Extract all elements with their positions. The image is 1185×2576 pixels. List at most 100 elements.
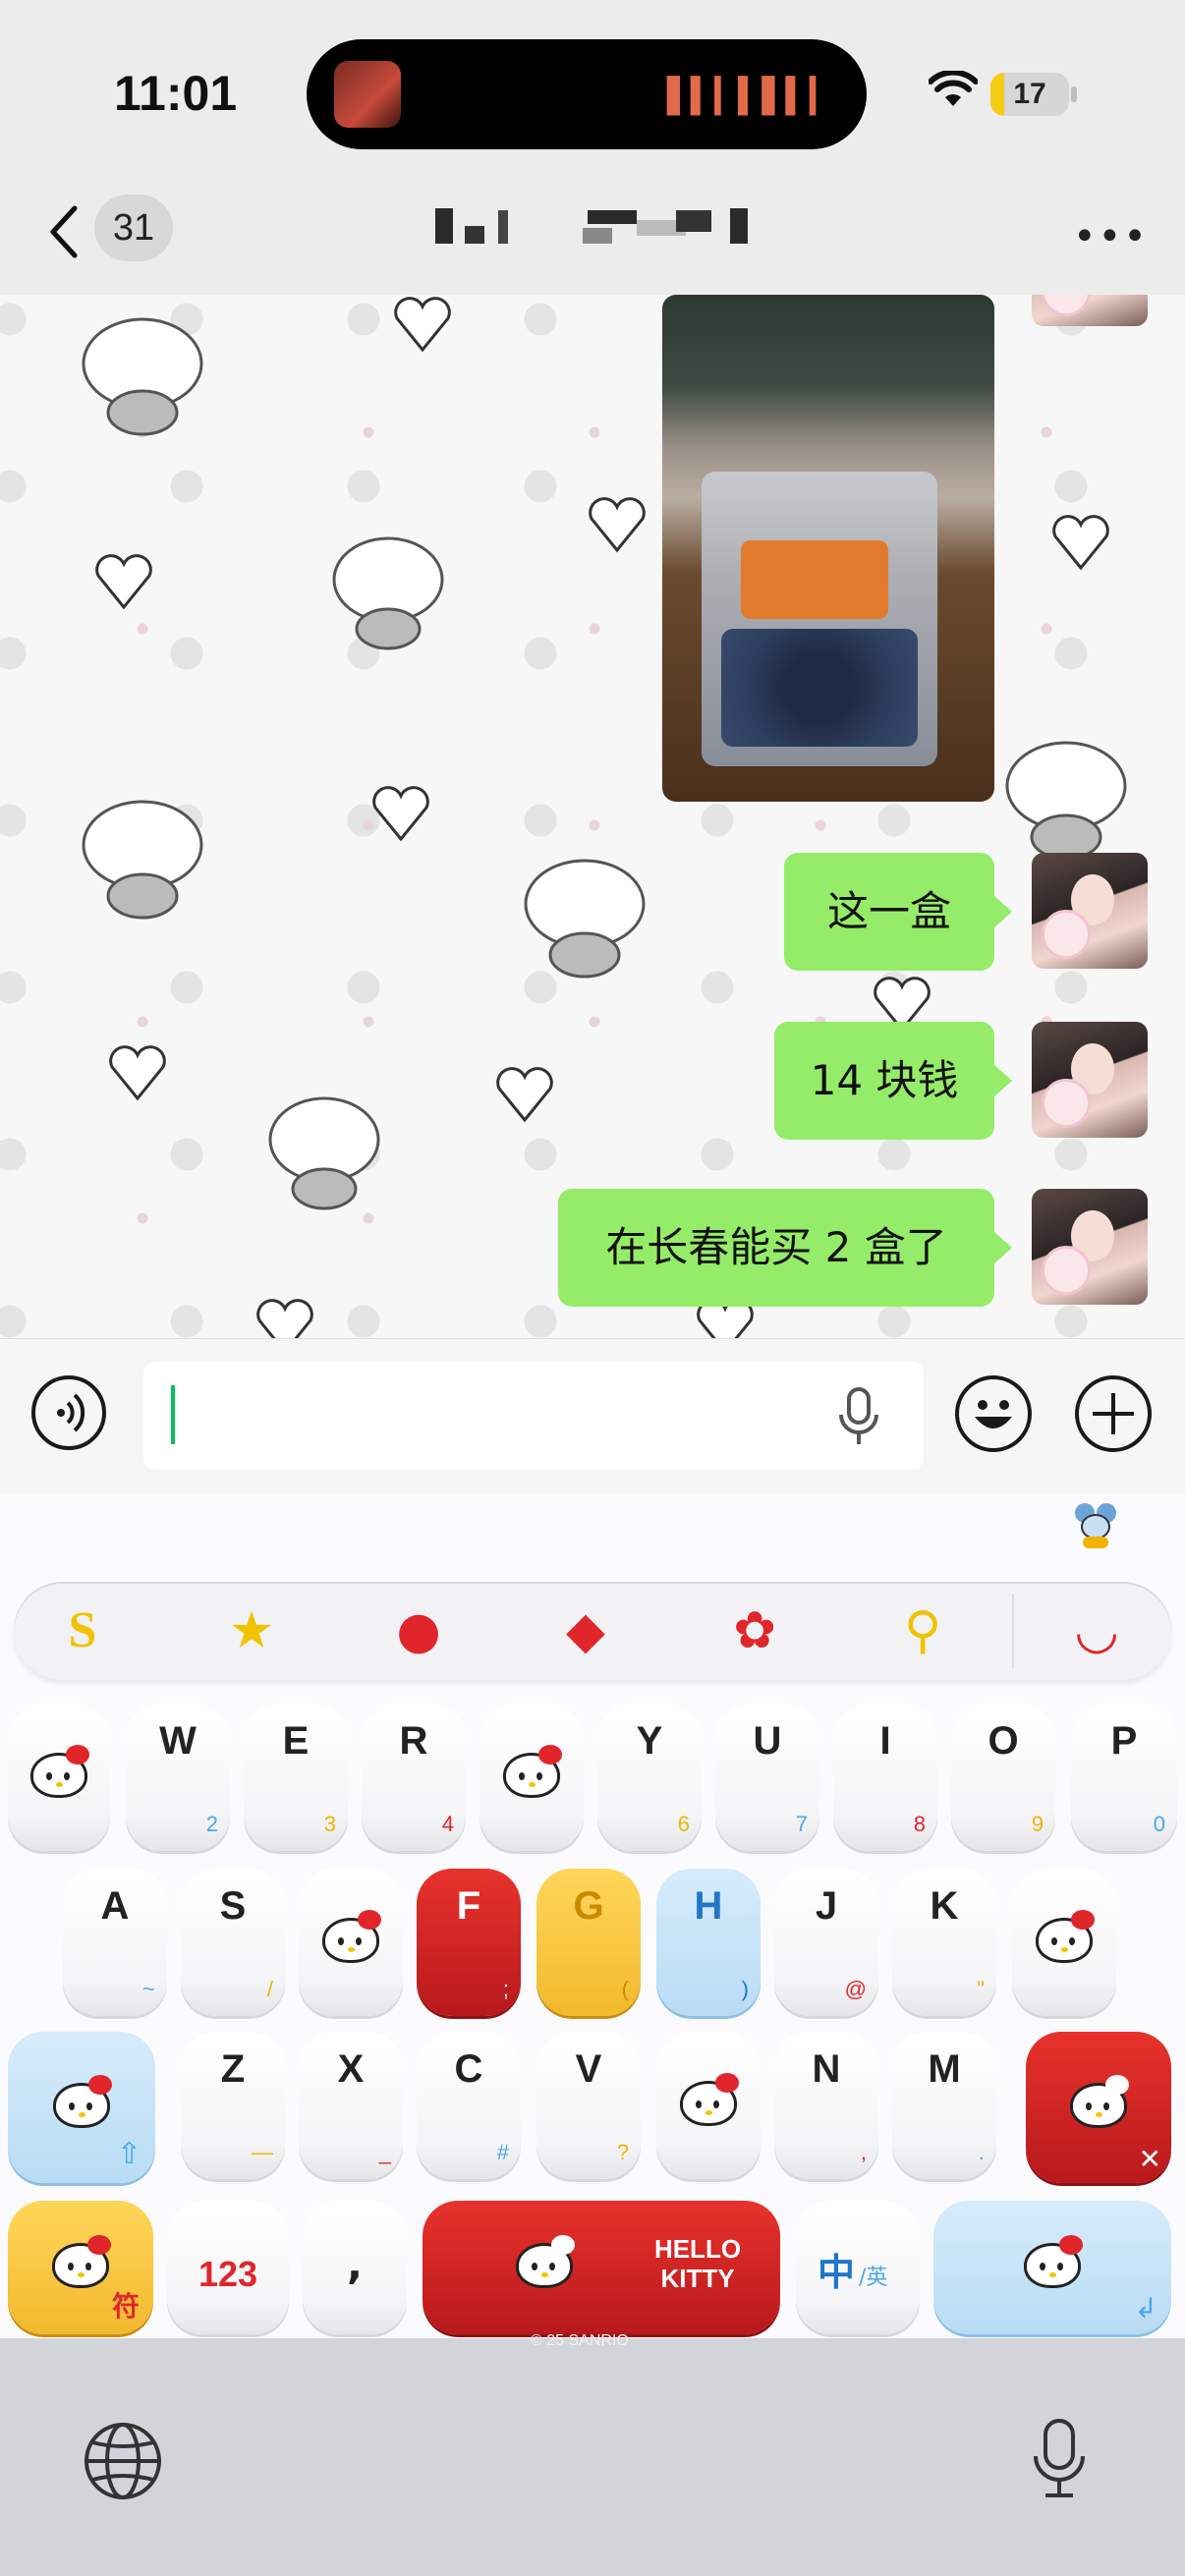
dice-icon[interactable]: ◆: [554, 1599, 617, 1662]
key-m[interactable]: M.: [892, 2032, 996, 2179]
hello-kitty-icon: [506, 2233, 583, 2302]
key-i[interactable]: I8: [833, 1704, 937, 1851]
wallpaper-heart-icon: [1052, 515, 1109, 571]
key-kitty-decoration[interactable]: [8, 1704, 110, 1851]
my-avatar[interactable]: [1032, 1022, 1148, 1138]
copyright-text: © 25 SANRIO: [531, 2332, 629, 2349]
hello-kitty-logo: HELLO KITTY: [653, 2234, 742, 2293]
search-icon[interactable]: ⚲: [891, 1599, 954, 1662]
hello-kitty-icon: [21, 1743, 97, 1812]
wallpaper-puppy-icon: [82, 317, 203, 436]
key-x[interactable]: X _: [299, 2032, 403, 2179]
text-message-bubble[interactable]: 14 块钱: [774, 1022, 994, 1140]
key-e[interactable]: E3: [244, 1704, 348, 1851]
bubble-tail: [994, 896, 1012, 927]
my-avatar[interactable]: [1032, 295, 1148, 326]
image-message[interactable]: photo-of-blueberries: [662, 295, 994, 802]
flower-icon[interactable]: ✿: [723, 1599, 786, 1662]
delete-x-icon: ✕: [1138, 2143, 1161, 2175]
key-j[interactable]: J @: [774, 1869, 878, 2016]
wallpaper-heart-icon: [95, 554, 152, 610]
key-h[interactable]: H): [656, 1869, 761, 2016]
hello-kitty-icon: [1014, 2233, 1091, 2302]
battery-nub: [1071, 86, 1077, 102]
lang-primary-label: 中: [818, 2251, 856, 2294]
more-actions-plus-button[interactable]: [1075, 1375, 1152, 1452]
key-w[interactable]: W2: [126, 1704, 230, 1851]
photo-label-sticker: [741, 540, 888, 619]
key-d-kitty[interactable]: [299, 1869, 403, 2016]
wallpaper-heart-icon: [109, 1045, 166, 1101]
dynamic-island[interactable]: ▌▍▎▍▌▍▎: [307, 39, 867, 149]
text-message-bubble[interactable]: 在长春能买 2 盒了: [558, 1189, 994, 1307]
globe-icon[interactable]: [83, 2421, 163, 2501]
s-icon[interactable]: S: [51, 1599, 114, 1662]
symbols-label: 符: [111, 2290, 140, 2323]
key-n[interactable]: N,: [774, 2032, 878, 2179]
wallpaper-heart-icon: [589, 497, 646, 553]
numbers-key[interactable]: 123: [167, 2201, 289, 2334]
hello-kitty-icon: [493, 1743, 570, 1812]
smiley-icon: [975, 1400, 1012, 1428]
hello-kitty-icon: [670, 2071, 747, 2140]
key-f[interactable]: F;: [417, 1869, 521, 2016]
my-avatar[interactable]: [1032, 853, 1148, 969]
wallpaper-puppy-icon: [82, 800, 203, 920]
wallpaper-heart-icon: [372, 786, 429, 842]
numbers-label: 123: [198, 2254, 258, 2294]
key-l-kitty[interactable]: [1012, 1869, 1116, 2016]
hello-kitty-icon: [43, 2073, 120, 2142]
key-g[interactable]: G(: [536, 1869, 641, 2016]
key-a[interactable]: A ~: [63, 1869, 167, 2016]
key-p[interactable]: P0: [1071, 1704, 1177, 1851]
key-u[interactable]: U7: [715, 1704, 819, 1851]
language-switch-key[interactable]: 中 /英: [796, 2201, 920, 2334]
wallpaper-heart-icon: [256, 1299, 313, 1338]
wallpaper-heart-icon: [496, 1067, 553, 1123]
key-z[interactable]: Z —: [181, 2032, 285, 2179]
chat-messages-area[interactable]: photo-of-blueberries 这一盒 14 块钱 在长春能买 2 盒…: [0, 295, 1185, 1338]
my-avatar[interactable]: [1032, 1189, 1148, 1305]
dictation-microphone-icon[interactable]: [1030, 2417, 1089, 2501]
hello-kitty-icon: [1060, 2073, 1137, 2142]
hello-kitty-apple-icon[interactable]: ●: [387, 1599, 450, 1662]
keyboard-toolbar: S ★ ● ◆ ✿ ⚲ ◡: [14, 1582, 1171, 1680]
key-r[interactable]: R4: [362, 1704, 466, 1851]
key-v[interactable]: V?: [536, 2032, 641, 2179]
key-k[interactable]: K ": [892, 1869, 996, 2016]
comma-key[interactable]: ,: [303, 2201, 407, 2334]
key-y[interactable]: Y6: [597, 1704, 702, 1851]
backspace-key[interactable]: ✕: [1026, 2032, 1171, 2183]
return-key[interactable]: ↲: [933, 2201, 1171, 2334]
key-s[interactable]: S /: [181, 1869, 285, 2016]
shift-key[interactable]: ⇧: [8, 2032, 155, 2183]
now-playing-artwork: [334, 61, 401, 128]
space-key[interactable]: HELLO KITTY: [423, 2201, 780, 2334]
unread-count-badge[interactable]: 31: [94, 195, 173, 261]
hello-kitty-icon: [42, 2233, 119, 2302]
lang-secondary-label: /英: [859, 2266, 888, 2290]
bubble-tail: [994, 1232, 1012, 1263]
text-message-bubble[interactable]: 这一盒: [784, 853, 994, 971]
key-b-kitty[interactable]: [656, 2032, 761, 2179]
bowl-icon[interactable]: ◡: [1065, 1599, 1128, 1662]
back-chevron-icon[interactable]: [47, 204, 81, 259]
star-icon[interactable]: ★: [220, 1599, 283, 1662]
chat-title-obscured: ▮▖▮ ▀▀▚▘▮: [435, 208, 748, 244]
more-options-button[interactable]: •••: [1073, 214, 1149, 259]
wallpaper-puppy-icon: [524, 859, 646, 979]
wifi-icon: [929, 71, 978, 106]
voice-wave-icon: [57, 1393, 85, 1432]
microphone-icon[interactable]: [837, 1387, 880, 1446]
symbols-key[interactable]: 符: [8, 2201, 153, 2334]
key-o[interactable]: O9: [951, 1704, 1055, 1851]
message-text-field[interactable]: [143, 1362, 924, 1470]
comma-label: ,: [347, 2240, 363, 2288]
key-t-kitty[interactable]: [480, 1704, 584, 1851]
key-c[interactable]: C #: [417, 2032, 521, 2179]
text-caret: [171, 1385, 175, 1444]
voice-message-button[interactable]: [31, 1375, 106, 1450]
shift-arrow-icon: ⇧: [116, 2137, 141, 2171]
hello-kitty-icon: [1026, 1908, 1102, 1977]
emoji-button[interactable]: [955, 1375, 1032, 1452]
